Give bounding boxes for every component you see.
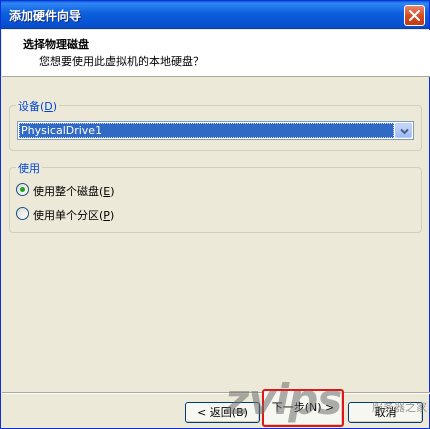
window-title: 添加硬件向导 [9,9,82,23]
device-select-value: PhysicalDrive1 [19,123,394,138]
radio-single-partition-indicator[interactable] [16,207,29,220]
page-title: 选择物理磁盘 [23,38,89,51]
title-bar[interactable]: 添加硬件向导 [1,1,429,29]
page-subtitle: 您想要使用此虚拟机的本地硬盘？ [39,55,204,68]
radio-checked-dot [20,187,25,192]
wizard-window: 添加硬件向导 选择物理磁盘 您想要使用此虚拟机的本地硬盘？ 设备(D) Phys… [0,0,430,429]
radio-entire-disk-indicator[interactable] [16,183,29,196]
radio-entire-disk-label: 使用整个磁盘(E) [33,185,115,198]
wizard-header: 选择物理磁盘 您想要使用此虚拟机的本地硬盘？ [2,30,430,77]
back-button[interactable]: < 返回(B) [185,402,260,423]
next-button[interactable]: 下一步(N) > [262,389,344,427]
close-button[interactable] [404,5,425,26]
cancel-button[interactable]: 取消 [348,402,423,423]
usage-group: 使用 [9,160,422,233]
device-group-label: 设备(D) [16,98,60,114]
usage-group-label: 使用 [16,160,42,176]
chevron-down-icon [400,128,409,135]
footer-divider [2,392,430,394]
device-select-dropdown-button[interactable] [395,123,412,138]
close-icon [409,10,420,21]
radio-single-partition-label: 使用单个分区(P) [33,209,115,222]
device-select[interactable]: PhysicalDrive1 [17,121,414,140]
